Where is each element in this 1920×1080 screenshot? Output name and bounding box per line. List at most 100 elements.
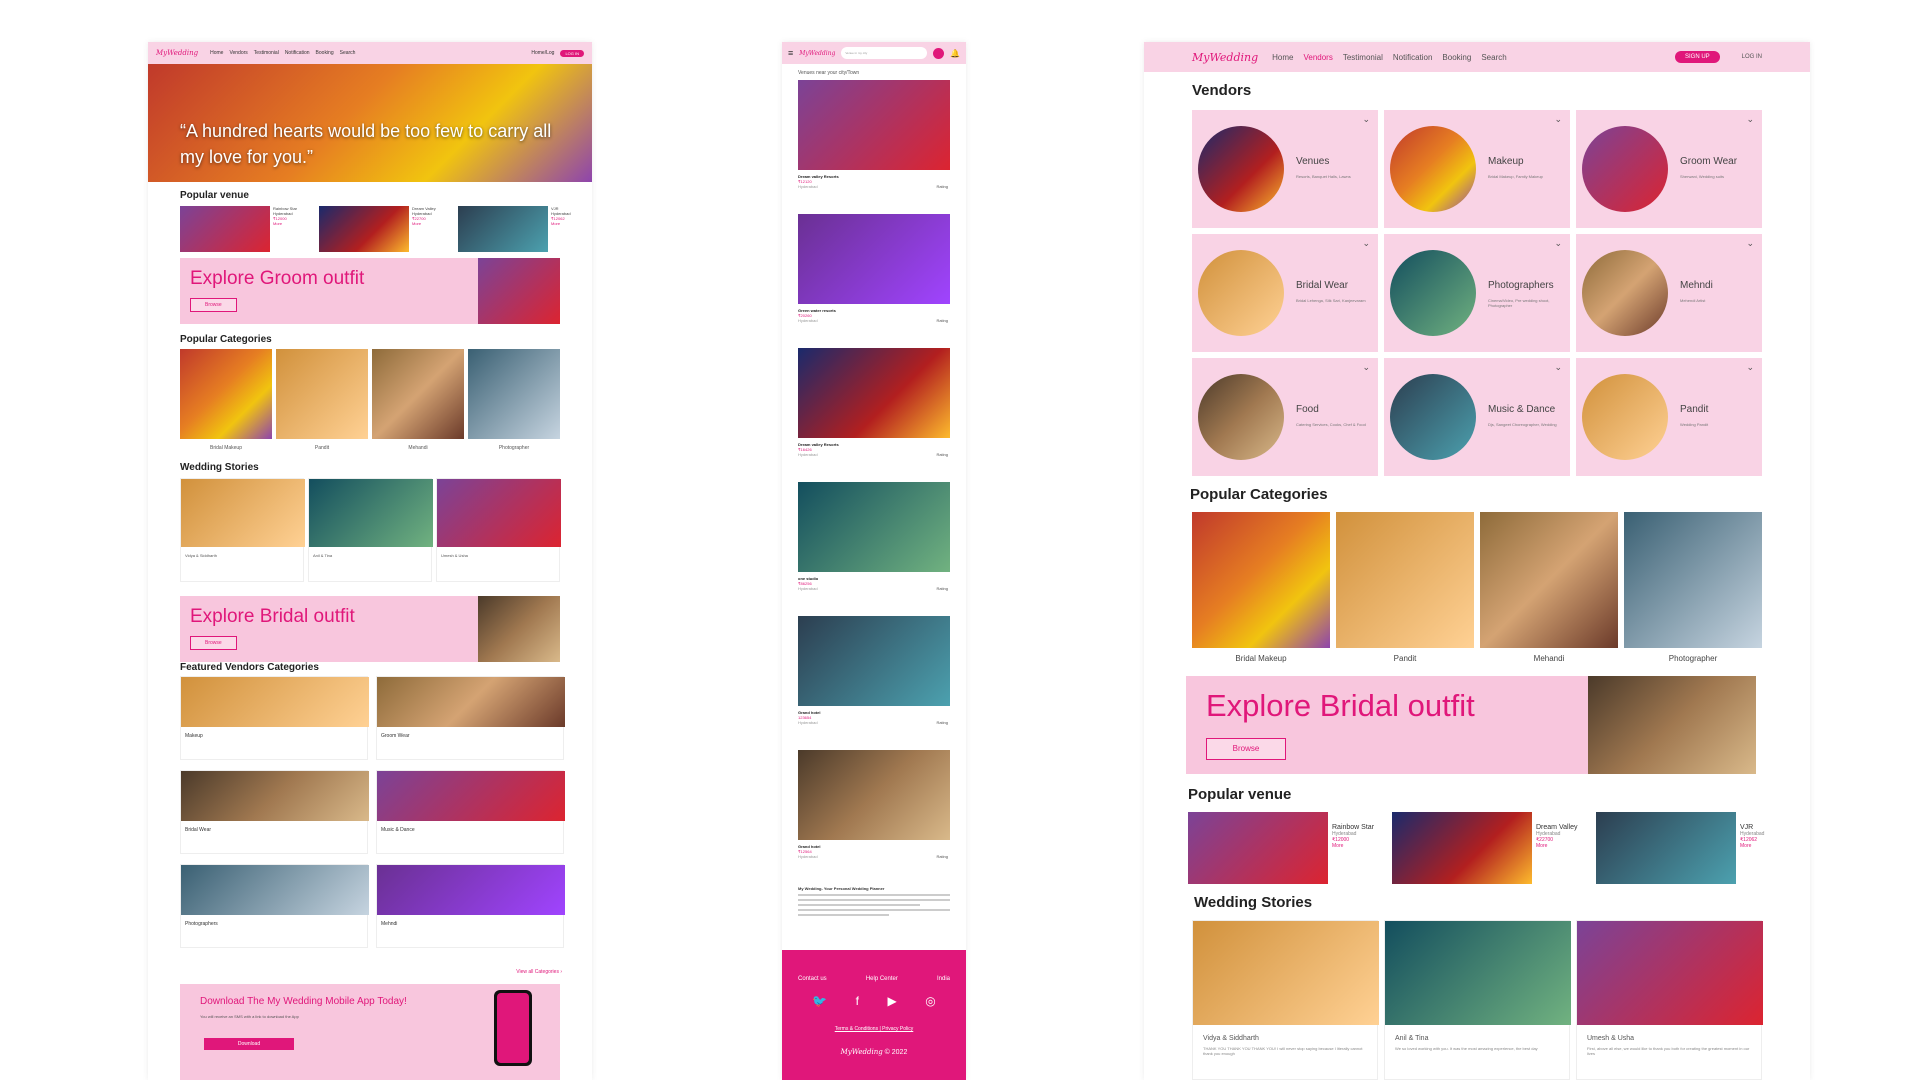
venue-card[interactable]: VJR Hyderabad ₹12062 More — [458, 206, 591, 252]
logo[interactable]: MyWedding — [156, 49, 198, 57]
featured-image — [181, 865, 369, 915]
venue-card[interactable]: Dream Valley Hyderabad ₹22700 More — [319, 206, 452, 252]
featured-card[interactable]: Bridal Wear — [180, 770, 369, 854]
category-card[interactable]: Bridal Makeup — [180, 349, 272, 451]
venue-more[interactable]: More — [412, 221, 452, 226]
story-image — [1193, 921, 1379, 1025]
bridal-browse-button[interactable]: Browse — [1206, 738, 1286, 760]
venue-card[interactable]: Dream Valley Hyderabad ₹22700 More — [1392, 812, 1592, 884]
venue-more[interactable]: More — [1332, 843, 1388, 849]
view-all-categories-link[interactable]: View all Categories › — [516, 969, 562, 975]
footer-country-link[interactable]: India — [937, 976, 950, 982]
popular-categories-row: Bridal Makeup Pandit Mehandi Photographe… — [1192, 512, 1762, 663]
signup-button[interactable]: SIGN UP — [1674, 51, 1720, 63]
venue-card[interactable]: Rainbow Star Hyderabad ₹12000 More — [1188, 812, 1388, 884]
nav-notification[interactable]: Notification — [285, 50, 310, 56]
chevron-down-icon[interactable]: ⌄ — [1746, 114, 1754, 125]
footer-help-link[interactable]: Help Center — [866, 976, 898, 982]
category-card[interactable]: Mehandi — [1480, 512, 1618, 663]
nav-testimonial[interactable]: Testimonial — [1343, 53, 1383, 62]
vendor-card[interactable]: Mehndi Mehendi Artist ⌄ — [1576, 234, 1762, 352]
nav-booking[interactable]: Booking — [1442, 53, 1471, 62]
vendor-card[interactable]: Venues Resorts, Banquet Halls, Lawns ⌄ — [1192, 110, 1378, 228]
category-card[interactable]: Pandit — [1336, 512, 1474, 663]
nav-search[interactable]: Search — [1481, 53, 1506, 62]
featured-card[interactable]: Photographers — [180, 864, 369, 948]
featured-card[interactable]: Mehndi — [376, 864, 565, 948]
featured-name: Groom Wear — [381, 733, 410, 739]
story-card[interactable]: Anil & Tina We so loved working with you.… — [1384, 920, 1571, 1080]
nav-booking[interactable]: Booking — [316, 50, 334, 56]
featured-card[interactable]: Groom Wear — [376, 676, 565, 760]
bell-icon[interactable]: 🔔 — [950, 49, 960, 58]
venue-list-item[interactable]: Dream valley Resorts ₹16426 Hyderabad Ra… — [798, 348, 950, 482]
nav-home[interactable]: Home — [1272, 53, 1293, 62]
nav-vendors[interactable]: Vendors — [229, 50, 247, 56]
nav-vendors[interactable]: Vendors — [1303, 53, 1332, 62]
youtube-icon[interactable]: ▶ — [888, 994, 897, 1008]
instagram-icon[interactable]: ◎ — [925, 994, 935, 1008]
chevron-down-icon[interactable]: ⌄ — [1746, 238, 1754, 249]
venue-card[interactable]: Rainbow Star Hyderabad ₹12000 More — [180, 206, 313, 252]
venue-list-item[interactable]: one studio ₹86256 Hyderabad Rating — [798, 482, 950, 616]
logo[interactable]: MyWedding — [799, 50, 835, 57]
search-icon[interactable] — [933, 47, 945, 59]
story-card[interactable]: Umesh & Usha — [436, 478, 561, 582]
category-card[interactable]: Pandit — [276, 349, 368, 451]
featured-card[interactable]: Music & Dance — [376, 770, 565, 854]
vendor-card[interactable]: Food Catering Services, Cooks, Chef & Foo… — [1192, 358, 1378, 476]
nav-notification[interactable]: Notification — [1393, 53, 1433, 62]
venue-more[interactable]: More — [1536, 843, 1592, 849]
logo[interactable]: MyWedding — [1192, 51, 1258, 64]
nav-home-right[interactable]: Home/Log — [531, 50, 554, 56]
venue-more[interactable]: More — [273, 221, 313, 226]
venue-card[interactable]: VJR Hyderabad ₹12062 More — [1596, 812, 1768, 884]
vendor-image — [1390, 126, 1476, 212]
category-card[interactable]: Photographer — [1624, 512, 1762, 663]
venue-list-item[interactable]: Grand hotel ₹12564 Hyderabad Rating — [798, 750, 950, 884]
footer-contact-link[interactable]: Contact us — [798, 976, 827, 982]
terms-link[interactable]: Terms & Conditions | Privacy Policy — [782, 1026, 966, 1032]
facebook-icon[interactable]: f — [856, 994, 859, 1008]
story-card[interactable]: Vidya & Siddharth — [180, 478, 305, 582]
featured-card[interactable]: Makeup — [180, 676, 369, 760]
venue-list-item[interactable]: Grand hotel 123654 Hyderabad Rating — [798, 616, 950, 750]
venue-list-item[interactable]: Green water resorts ₹20260 Hyderabad Rat… — [798, 214, 950, 348]
vendor-card[interactable]: Makeup Bridal Makeup, Family Makeup ⌄ — [1384, 110, 1570, 228]
nav-search[interactable]: Search — [340, 50, 356, 56]
category-card[interactable]: Bridal Makeup — [1192, 512, 1330, 663]
venue-image — [798, 80, 950, 170]
story-card[interactable]: Anil & Tina — [308, 478, 433, 582]
hamburger-icon[interactable]: ≡ — [788, 48, 793, 58]
search-input[interactable]: Venue in my city — [841, 47, 928, 59]
vendor-card[interactable]: Bridal Wear Bridal Lehenga, Silk Sari, Ka… — [1192, 234, 1378, 352]
chevron-down-icon[interactable]: ⌄ — [1362, 362, 1370, 373]
chevron-down-icon[interactable]: ⌄ — [1554, 238, 1562, 249]
bridal-browse-button[interactable]: Browse — [190, 636, 237, 650]
venue-more[interactable]: More — [551, 221, 591, 226]
mobile-footer: Contact us Help Center India 🐦 f ▶ ◎ Ter… — [782, 950, 966, 1080]
twitter-icon[interactable]: 🐦 — [812, 994, 827, 1008]
chevron-down-icon[interactable]: ⌄ — [1362, 114, 1370, 125]
chevron-down-icon[interactable]: ⌄ — [1554, 362, 1562, 373]
category-image — [1480, 512, 1618, 648]
groom-browse-button[interactable]: Browse — [190, 298, 237, 312]
venue-list-item[interactable]: Dream valley Resorts ₹12120 Hyderabad Ra… — [798, 80, 950, 214]
vendor-card[interactable]: Music & Dance Djs, Sangeet Choreographer,… — [1384, 358, 1570, 476]
nav-testimonial[interactable]: Testimonial — [254, 50, 279, 56]
category-card[interactable]: Photographer — [468, 349, 560, 451]
vendor-card[interactable]: Pandit Wedding Pandit ⌄ — [1576, 358, 1762, 476]
vendor-card[interactable]: Groom Wear Sherwani, Wedding suits ⌄ — [1576, 110, 1762, 228]
download-button[interactable]: Download — [204, 1038, 294, 1050]
nav-home[interactable]: Home — [210, 50, 223, 56]
category-card[interactable]: Mehandi — [372, 349, 464, 451]
story-card[interactable]: Umesh & Usha First, above all else, we wo… — [1576, 920, 1763, 1080]
login-link[interactable]: LOG IN — [1742, 54, 1762, 60]
vendor-card[interactable]: Photographers Cinema/Video, Pre wedding s… — [1384, 234, 1570, 352]
chevron-down-icon[interactable]: ⌄ — [1362, 238, 1370, 249]
story-card[interactable]: Vidya & Siddharth THANK YOU THANK YOU THA… — [1192, 920, 1379, 1080]
venue-more[interactable]: More — [1740, 843, 1768, 849]
chevron-down-icon[interactable]: ⌄ — [1746, 362, 1754, 373]
login-button[interactable]: LOG IN — [560, 49, 584, 57]
chevron-down-icon[interactable]: ⌄ — [1554, 114, 1562, 125]
